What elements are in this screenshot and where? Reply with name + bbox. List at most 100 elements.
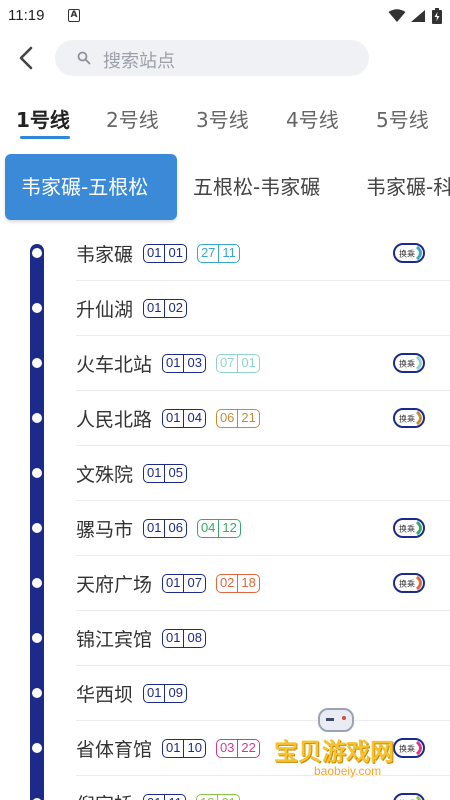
- station-code-badge: 01 07: [162, 574, 206, 593]
- station-code-line: 27: [200, 245, 216, 260]
- station-code-number: 09: [164, 685, 185, 702]
- station-code-line: 06: [219, 410, 235, 425]
- station-dot: [32, 633, 42, 643]
- station-code-line: 01: [166, 410, 181, 425]
- station-row[interactable]: 升仙湖 01 02: [0, 281, 450, 336]
- watermark-url: baobeiy.com: [314, 764, 382, 778]
- station-dot: [32, 468, 42, 478]
- transfer-icon: 换乘: [393, 793, 425, 800]
- station-code-badge: 07 01: [215, 354, 260, 373]
- station-code-line: 01: [166, 355, 181, 370]
- station-name: 锦江宾馆: [76, 629, 153, 651]
- station-code-number: 10: [183, 740, 204, 757]
- station-code-line: 01: [147, 520, 162, 535]
- station-code-number: 06: [164, 520, 185, 537]
- station-row[interactable]: 火车北站 01 03 07 01 换乘: [0, 336, 450, 391]
- direction-tab-2[interactable]: 韦家碾-科学城: [366, 154, 450, 220]
- station-name: 天府广场: [76, 574, 153, 596]
- station-code-number: 11: [164, 795, 185, 800]
- station-code-number: 21: [237, 410, 258, 427]
- direction-tab-0[interactable]: 韦家碾-五根松: [5, 154, 177, 220]
- transfer-icon: 换乘: [393, 408, 425, 428]
- tab-line-4-label: 4号线: [286, 108, 339, 132]
- direction-tabs: 韦家碾-五根松 五根松-韦家碾 韦家碾-科学城: [0, 154, 450, 220]
- transfer-icon: 换乘: [393, 573, 425, 593]
- station-name: 华西坝: [76, 684, 134, 706]
- station-row[interactable]: 韦家碾 01 01 27 11 换乘: [0, 226, 450, 281]
- station-dot: [32, 688, 42, 698]
- search-icon: [77, 51, 91, 65]
- station-name: 倪家桥: [76, 790, 133, 800]
- station-code-badge: 1801: [195, 794, 240, 800]
- station-dot: [32, 743, 42, 753]
- station-code-line: 02: [219, 575, 235, 590]
- tab-line-3-label: 3号线: [196, 108, 249, 132]
- station-code-number: 22: [237, 740, 258, 757]
- station-name: 韦家碾: [76, 244, 134, 266]
- station-code-number: 11: [218, 245, 239, 262]
- station-dot: [32, 303, 42, 313]
- station-code-line: 01: [147, 245, 162, 260]
- station-code-badge: 01 02: [143, 299, 187, 318]
- station-code-line: 07: [219, 355, 235, 370]
- station-code-badge: 04 12: [196, 519, 241, 538]
- station-name: 文殊院: [76, 464, 134, 486]
- station-code-badge: 01 03: [162, 354, 206, 373]
- station-row[interactable]: 人民北路 01 04 06 21 换乘: [0, 391, 450, 446]
- watermark: 宝贝游戏网 baobeiy.com: [270, 700, 420, 790]
- station-code-number: 18: [237, 575, 258, 592]
- station-row[interactable]: 天府广场 01 07 02 18 换乘: [0, 556, 450, 611]
- station-code-number: 01: [217, 795, 238, 800]
- station-code-number: 07: [183, 575, 204, 592]
- station-code-badge: 03 22: [215, 739, 260, 758]
- station-code-badge: 27 11: [196, 244, 240, 263]
- station-code-badge: 01 10: [162, 739, 206, 758]
- station-row[interactable]: 骡马市 01 06 04 12 换乘: [0, 501, 450, 556]
- station-dot: [32, 413, 42, 423]
- station-code-badge: 01 04: [162, 409, 206, 428]
- transfer-label: 换乘: [399, 414, 415, 424]
- station-code-line: 01: [166, 575, 181, 590]
- tab-line-3[interactable]: 3号线: [196, 104, 249, 133]
- station-dot: [32, 248, 42, 258]
- station-dot: [32, 358, 42, 368]
- search-row: 搜索站点: [0, 34, 450, 82]
- station-code-badge: 01 06: [143, 519, 187, 538]
- search-input[interactable]: 搜索站点: [55, 40, 369, 76]
- station-row[interactable]: 文殊院 01 05: [0, 446, 450, 501]
- station-code-line: 01: [166, 740, 181, 755]
- back-arrow-icon[interactable]: [14, 45, 40, 71]
- gamepad-icon: [318, 708, 354, 732]
- station-name: 骡马市: [76, 519, 134, 541]
- station-code-number: 04: [183, 410, 204, 427]
- status-time: 11:19: [8, 7, 45, 24]
- tab-line-1[interactable]: 1号线: [16, 104, 70, 139]
- station-code-number: 05: [164, 465, 185, 482]
- signal-icon: [411, 10, 425, 22]
- station-code-line: 01: [166, 630, 181, 645]
- active-tab-indicator: [20, 136, 70, 139]
- transfer-icon: 换乘: [393, 518, 425, 538]
- station-dot: [32, 523, 42, 533]
- direction-tab-2-label: 韦家碾-科学城: [366, 175, 450, 199]
- station-name: 升仙湖: [76, 299, 134, 321]
- tab-line-2[interactable]: 2号线: [106, 104, 159, 133]
- station-code-badge: 01 01: [143, 244, 187, 263]
- station-code-badge: 02 18: [215, 574, 260, 593]
- direction-tab-1-label: 五根松-韦家碾: [193, 175, 321, 199]
- station-code-badge: 0111: [143, 794, 186, 800]
- tab-line-4[interactable]: 4号线: [286, 104, 339, 133]
- a-letter-icon: A: [68, 9, 80, 22]
- station-row[interactable]: 锦江宾馆 01 08: [0, 611, 450, 666]
- tab-line-5[interactable]: 5号线: [376, 104, 429, 133]
- tab-line-2-label: 2号线: [106, 108, 159, 132]
- station-code-line: 01: [147, 300, 162, 315]
- direction-tab-1[interactable]: 五根松-韦家碾: [193, 154, 320, 220]
- tab-line-1-label: 1号线: [16, 108, 70, 132]
- station-code-number: 03: [183, 355, 204, 372]
- line-tabs: 1号线 2号线 3号线 4号线 5号线: [0, 96, 450, 140]
- station-code-number: 08: [183, 630, 204, 647]
- status-bar: 11:19 A: [0, 0, 450, 32]
- station-code-number: 02: [164, 300, 185, 317]
- search-placeholder: 搜索站点: [103, 51, 175, 72]
